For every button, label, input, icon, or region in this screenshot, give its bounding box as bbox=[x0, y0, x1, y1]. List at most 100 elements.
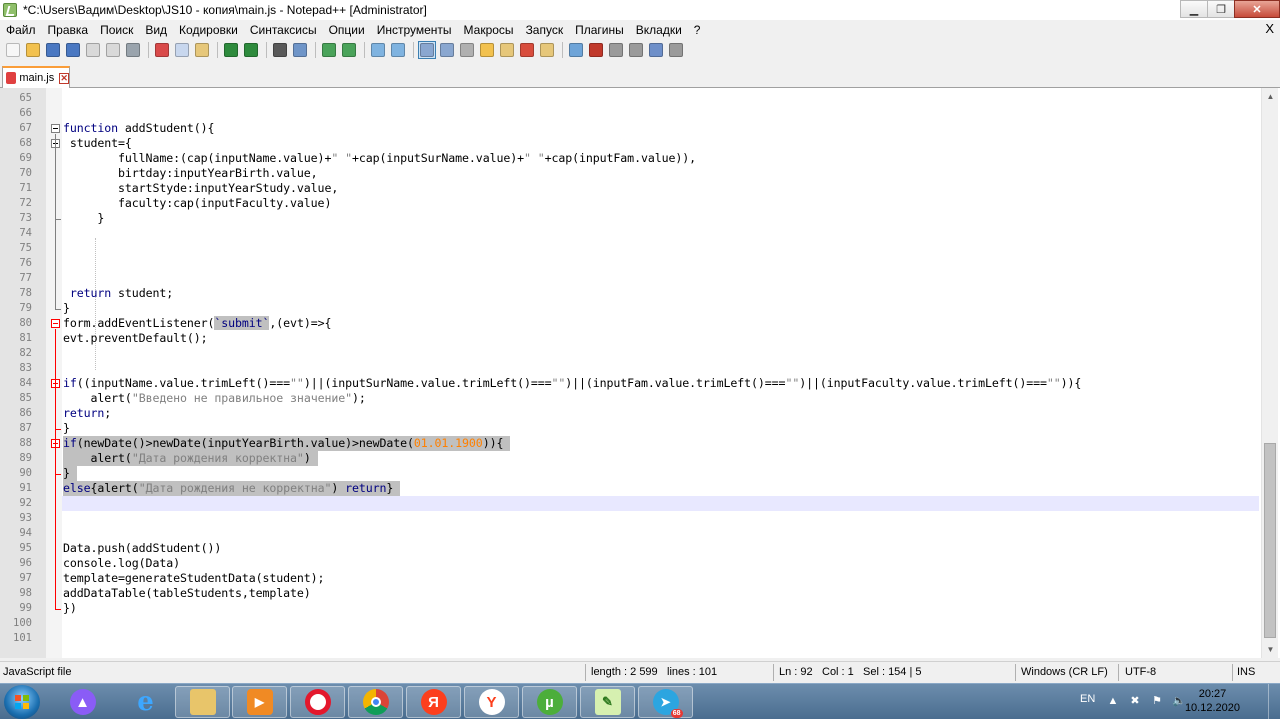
function-list-button[interactable] bbox=[518, 41, 536, 59]
code-line[interactable]: 90} bbox=[0, 466, 1262, 481]
word-wrap-button[interactable] bbox=[418, 41, 436, 59]
code-line[interactable]: 82 bbox=[0, 346, 1262, 361]
taskbar-internet-explorer[interactable]: e bbox=[118, 686, 173, 718]
record-macro-button[interactable] bbox=[587, 41, 605, 59]
scroll-down-icon[interactable]: ▼ bbox=[1262, 641, 1279, 658]
indent-guide-button[interactable] bbox=[458, 41, 476, 59]
close-window-button[interactable]: ✕ bbox=[1234, 0, 1280, 18]
taskbar-alice[interactable]: ▲ bbox=[55, 686, 110, 718]
menu-help[interactable]: ? bbox=[688, 23, 707, 37]
folder-workspace-button[interactable] bbox=[538, 41, 556, 59]
new-file-button[interactable] bbox=[4, 41, 22, 59]
code-line[interactable]: 97 template=generateStudentData(student); bbox=[0, 571, 1262, 586]
taskbar-file-explorer[interactable] bbox=[175, 686, 230, 718]
restore-button[interactable]: ❐ bbox=[1207, 0, 1235, 18]
redo-button[interactable] bbox=[242, 41, 260, 59]
run-macro-multiple-button[interactable] bbox=[647, 41, 665, 59]
menu-macro[interactable]: Макросы bbox=[458, 23, 520, 37]
start-button[interactable] bbox=[4, 685, 40, 719]
taskbar-telegram[interactable]: ➤ 68 bbox=[638, 686, 693, 718]
menu-plugins[interactable]: Плагины bbox=[569, 23, 630, 37]
undo-button[interactable] bbox=[222, 41, 240, 59]
menu-encoding[interactable]: Кодировки bbox=[173, 23, 244, 37]
save-all-button[interactable] bbox=[64, 41, 82, 59]
close-all-button[interactable] bbox=[104, 41, 122, 59]
menu-run[interactable]: Запуск bbox=[520, 23, 570, 37]
code-line[interactable]: 96 console.log(Data) bbox=[0, 556, 1262, 571]
flag-icon[interactable]: ⚑ bbox=[1150, 694, 1164, 708]
code-line[interactable]: 94 bbox=[0, 526, 1262, 541]
code-line[interactable]: 99}) bbox=[0, 601, 1262, 616]
code-line[interactable]: 66 bbox=[0, 106, 1262, 121]
taskbar-opera[interactable] bbox=[290, 686, 345, 718]
play-macro-button[interactable] bbox=[627, 41, 645, 59]
code-line[interactable]: 81 evt.preventDefault(); bbox=[0, 331, 1262, 346]
language-indicator[interactable]: EN bbox=[1080, 693, 1095, 705]
code-line[interactable]: 100 bbox=[0, 616, 1262, 631]
tray-arrow-icon[interactable]: ▲ bbox=[1106, 694, 1120, 708]
taskbar-notepad-plus-plus[interactable]: ✎ bbox=[580, 686, 635, 718]
code-line[interactable]: 76 bbox=[0, 256, 1262, 271]
replace-button[interactable] bbox=[291, 41, 309, 59]
save-macro-button[interactable] bbox=[667, 41, 685, 59]
fold-toggle-icon[interactable] bbox=[51, 124, 60, 133]
code-line[interactable]: 75 bbox=[0, 241, 1262, 256]
menu-search[interactable]: Поиск bbox=[94, 23, 139, 37]
menu-tools[interactable]: Инструменты bbox=[371, 23, 458, 37]
code-line[interactable]: 91 else{alert("Дата рождения не корректна… bbox=[0, 481, 1262, 496]
show-all-chars-button[interactable] bbox=[438, 41, 456, 59]
code-line[interactable]: 74 bbox=[0, 226, 1262, 241]
code-line[interactable]: 65 bbox=[0, 91, 1262, 106]
cut-button[interactable] bbox=[153, 41, 171, 59]
code-line[interactable]: 95 Data.push(addStudent()) bbox=[0, 541, 1262, 556]
network-error-icon[interactable]: ✖ bbox=[1128, 694, 1142, 708]
scroll-up-icon[interactable]: ▲ bbox=[1262, 88, 1279, 105]
code-line[interactable]: 84 if((inputName.value.trimLeft()==="")||… bbox=[0, 376, 1262, 391]
scroll-thumb[interactable] bbox=[1264, 443, 1276, 638]
code-line[interactable]: 73 } bbox=[0, 211, 1262, 226]
taskbar-yandex-browser[interactable]: Y bbox=[464, 686, 519, 718]
code-line[interactable]: 98 addDataTable(tableStudents,template) bbox=[0, 586, 1262, 601]
code-line[interactable]: 101 bbox=[0, 631, 1262, 646]
taskbar-chrome[interactable] bbox=[348, 686, 403, 718]
clock[interactable]: 20:27 10.12.2020 bbox=[1185, 687, 1240, 715]
code-line[interactable]: 80 form.addEventListener(`submit`,(evt)=>… bbox=[0, 316, 1262, 331]
code-line[interactable]: 89 alert("Дата рождения корректна") bbox=[0, 451, 1262, 466]
code-line[interactable]: 68 student={ bbox=[0, 136, 1262, 151]
code-line[interactable]: 69 fullName:(cap(inputName.value)+" "+ca… bbox=[0, 151, 1262, 166]
print-button[interactable] bbox=[124, 41, 142, 59]
code-line[interactable]: 92 bbox=[0, 496, 1262, 511]
code-line[interactable]: 72 faculty:cap(inputFaculty.value) bbox=[0, 196, 1262, 211]
menu-view[interactable]: Вид bbox=[139, 23, 173, 37]
copy-button[interactable] bbox=[173, 41, 191, 59]
code-line[interactable]: 86 return; bbox=[0, 406, 1262, 421]
fold-toggle-icon[interactable] bbox=[51, 319, 60, 328]
code-line[interactable]: 85 alert("Введено не правильное значение… bbox=[0, 391, 1262, 406]
code-line[interactable]: 78 return student; bbox=[0, 286, 1262, 301]
sync-h-button[interactable] bbox=[389, 41, 407, 59]
code-line[interactable]: 93 bbox=[0, 511, 1262, 526]
code-line[interactable]: 71 startStyde:inputYearStudy.value, bbox=[0, 181, 1262, 196]
code-line[interactable]: 77 bbox=[0, 271, 1262, 286]
menu-settings[interactable]: Опции bbox=[323, 23, 371, 37]
find-button[interactable] bbox=[271, 41, 289, 59]
monitoring-button[interactable] bbox=[567, 41, 585, 59]
menu-window[interactable]: Вкладки bbox=[630, 23, 688, 37]
tab-main-js[interactable]: main.js ✕ bbox=[2, 66, 70, 88]
stop-macro-button[interactable] bbox=[607, 41, 625, 59]
code-editor[interactable]: 65 66 67 function addStudent(){68 student={… bbox=[0, 88, 1280, 658]
code-line[interactable]: 79} bbox=[0, 301, 1262, 316]
volume-icon[interactable]: 🔈 bbox=[1172, 694, 1186, 708]
code-line[interactable]: 70 birtday:inputYearBirth.value, bbox=[0, 166, 1262, 181]
code-line[interactable]: 83 bbox=[0, 361, 1262, 376]
close-document-button[interactable]: X bbox=[1265, 21, 1274, 36]
vertical-scrollbar[interactable]: ▲ ▼ bbox=[1261, 88, 1278, 658]
menu-file[interactable]: Файл bbox=[0, 23, 42, 37]
code-line[interactable]: 88 if(newDate()>newDate(inputYearBirth.va… bbox=[0, 436, 1262, 451]
zoom-out-button[interactable] bbox=[340, 41, 358, 59]
taskbar-yandex[interactable]: Я bbox=[406, 686, 461, 718]
code-line[interactable]: 87} bbox=[0, 421, 1262, 436]
minimize-button[interactable]: ▁ bbox=[1180, 0, 1208, 18]
taskbar-media-player[interactable]: ▶ bbox=[232, 686, 287, 718]
open-file-button[interactable] bbox=[24, 41, 42, 59]
